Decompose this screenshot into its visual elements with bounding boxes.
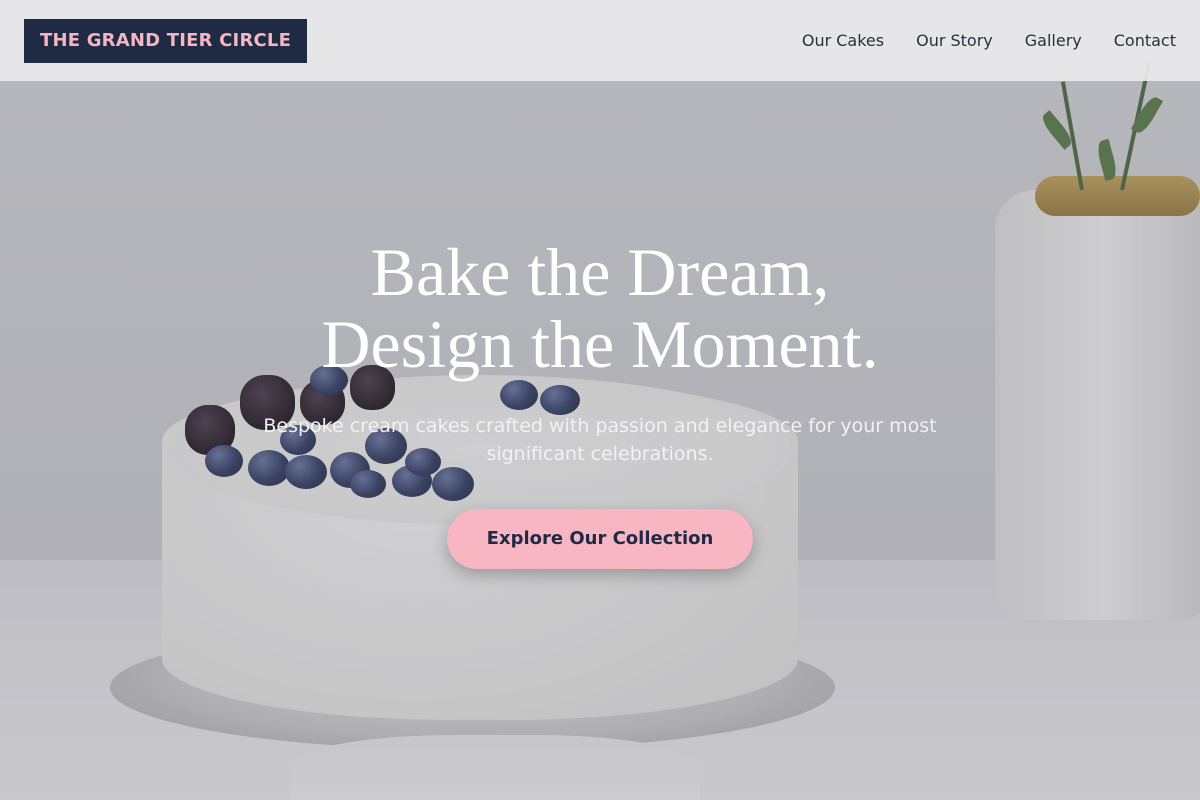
hero-subtitle: Bespoke cream cakes crafted with passion… [263, 415, 937, 465]
nav-link-our-story[interactable]: Our Story [916, 31, 993, 50]
nav-link-gallery[interactable]: Gallery [1025, 31, 1082, 50]
nav-link-contact[interactable]: Contact [1114, 31, 1176, 50]
hero-headline: Bake the Dream, Design the Moment. [0, 236, 1200, 380]
site-logo[interactable]: THE GRAND TIER CIRCLE [24, 18, 308, 63]
site-header: THE GRAND TIER CIRCLE Our Cakes Our Stor… [0, 0, 1200, 81]
explore-collection-button[interactable]: Explore Our Collection [446, 509, 754, 569]
hero-content: Bake the Dream, Design the Moment. Bespo… [0, 236, 1200, 569]
nav-link-our-cakes[interactable]: Our Cakes [802, 31, 884, 50]
main-nav: Our Cakes Our Story Gallery Contact [802, 31, 1176, 50]
hero-headline-line1: Bake the Dream, [370, 234, 830, 310]
hero-headline-line2: Design the Moment. [321, 306, 879, 382]
